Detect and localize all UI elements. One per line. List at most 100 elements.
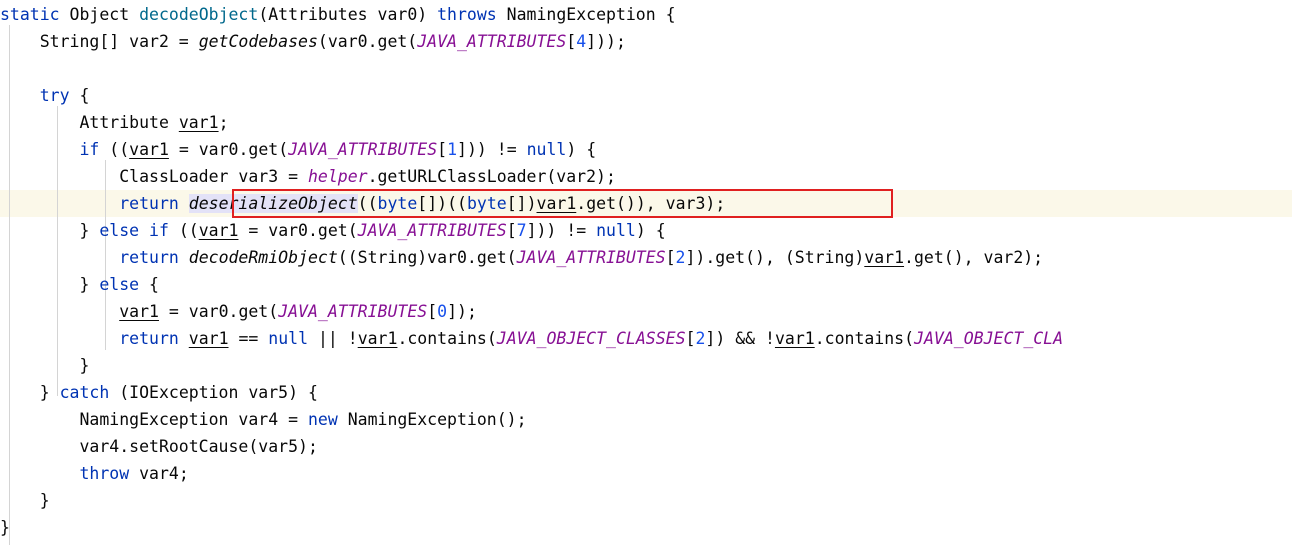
code-token: JAVA_ATTRIBUTES xyxy=(278,302,428,321)
code-token: { xyxy=(79,86,90,105)
code-line[interactable]: static Object decodeObject(Attributes va… xyxy=(0,1,676,28)
code-token: .contains( xyxy=(814,329,915,348)
code-token: (( xyxy=(109,140,130,159)
code-token: JAVA_ATTRIBUTES xyxy=(516,248,666,267)
code-token: .get()), var3); xyxy=(576,194,726,213)
code-token: [ xyxy=(506,221,517,240)
code-line[interactable]: ClassLoader var3 = helper.getURLClassLoa… xyxy=(0,163,616,190)
code-token: var1 xyxy=(536,194,577,213)
code-token: throws xyxy=(437,5,507,24)
code-line[interactable]: return var1 == null || !var1.contains(JA… xyxy=(0,325,1063,352)
code-token: NamingException { xyxy=(506,5,676,24)
code-token: ]); xyxy=(447,302,477,321)
code-token: ])) != xyxy=(457,140,527,159)
code-token: static xyxy=(0,5,70,24)
code-line[interactable]: try { xyxy=(0,82,90,109)
code-token: [ xyxy=(427,302,438,321)
code-line[interactable] xyxy=(0,55,10,82)
code-token: try xyxy=(39,86,80,105)
code-line[interactable]: Attribute var1; xyxy=(0,109,229,136)
code-token: JAVA_OBJECT_CLASSES xyxy=(496,329,686,348)
code-token: var1 xyxy=(774,329,815,348)
code-token: decodeRmiObject xyxy=(188,248,338,267)
code-line[interactable]: var4.setRootCause(var5); xyxy=(0,433,318,460)
code-token: ; xyxy=(218,113,229,132)
code-token: var1 xyxy=(129,140,169,159)
code-token: helper xyxy=(307,167,368,186)
code-line[interactable]: } else { xyxy=(0,271,158,298)
code-token: || ! xyxy=(308,329,358,348)
code-line[interactable]: throw var4; xyxy=(0,460,189,487)
code-line[interactable]: } catch (IOException var5) { xyxy=(0,379,318,406)
code-token: []) xyxy=(506,194,537,213)
code-token: var4.setRootCause(var5); xyxy=(0,437,318,456)
code-token: JAVA_ATTRIBUTES xyxy=(357,221,507,240)
code-token: return xyxy=(119,248,189,267)
code-token: String[] var2 = xyxy=(0,32,199,51)
code-token: = var0.get( xyxy=(158,302,279,321)
code-token: ) { xyxy=(635,221,666,240)
code-token: } xyxy=(0,356,90,375)
code-editor-view[interactable]: static Object decodeObject(Attributes va… xyxy=(0,0,1292,545)
code-token: new xyxy=(307,410,348,429)
code-token: } xyxy=(0,275,100,294)
code-token: (IOException var5) { xyxy=(119,383,318,402)
code-token: 2 xyxy=(695,329,706,348)
code-token: var1 xyxy=(188,329,229,348)
code-token: byte xyxy=(466,194,507,213)
code-token: (( xyxy=(357,194,378,213)
code-line[interactable]: return deserializeObject((byte[])((byte[… xyxy=(0,190,725,217)
code-line[interactable]: var1 = var0.get(JAVA_ATTRIBUTES[0]); xyxy=(0,298,477,325)
code-token: ]).get(), (String) xyxy=(685,248,865,267)
code-token: Attribute xyxy=(0,113,179,132)
code-token: == xyxy=(228,329,269,348)
code-token: else if xyxy=(99,221,179,240)
code-line[interactable]: return decodeRmiObject((String)var0.get(… xyxy=(0,244,1043,271)
code-token: catch xyxy=(59,383,120,402)
code-text-layer[interactable]: static Object decodeObject(Attributes va… xyxy=(0,0,1292,545)
code-token: [ xyxy=(685,329,696,348)
code-token: var1 xyxy=(178,113,219,132)
code-token: (var0.get( xyxy=(317,32,418,51)
code-token: = var0.get( xyxy=(168,140,289,159)
code-token: JAVA_ATTRIBUTES xyxy=(417,32,567,51)
code-token: else xyxy=(99,275,150,294)
code-token: return xyxy=(119,194,189,213)
code-token: } xyxy=(0,383,60,402)
code-token: JAVA_OBJECT_CLA xyxy=(914,329,1064,348)
code-line[interactable]: } xyxy=(0,487,50,514)
code-token: = var0.get( xyxy=(238,221,358,240)
code-token: null xyxy=(526,140,567,159)
code-token: var4; xyxy=(139,464,189,483)
code-token: .get(), var2); xyxy=(904,248,1044,267)
code-token: [ xyxy=(665,248,676,267)
code-line[interactable]: } xyxy=(0,514,10,541)
code-line[interactable]: String[] var2 = getCodebases(var0.get(JA… xyxy=(0,28,626,55)
code-line[interactable]: } xyxy=(0,352,89,379)
code-token: ]) && ! xyxy=(705,329,775,348)
code-token: 0 xyxy=(437,302,448,321)
code-token: ((String)var0.get( xyxy=(337,248,517,267)
code-token: var1 xyxy=(198,221,239,240)
code-line[interactable]: NamingException var4 = new NamingExcepti… xyxy=(0,406,526,433)
code-token: var1 xyxy=(119,302,159,321)
code-line[interactable]: if ((var1 = var0.get(JAVA_ATTRIBUTES[1])… xyxy=(0,136,596,163)
code-token: decodeObject xyxy=(139,5,259,24)
code-token: null xyxy=(268,329,309,348)
code-token: ClassLoader var3 = xyxy=(0,167,308,186)
code-token: byte xyxy=(377,194,418,213)
code-token: ])) != xyxy=(526,221,597,240)
code-token: if xyxy=(79,140,110,159)
code-token: JAVA_ATTRIBUTES xyxy=(288,140,438,159)
code-token: [])(( xyxy=(417,194,467,213)
code-token: deserializeObject xyxy=(188,194,358,213)
code-line[interactable]: } else if ((var1 = var0.get(JAVA_ATTRIBU… xyxy=(0,217,666,244)
code-token: ) { xyxy=(566,140,597,159)
code-token: Object xyxy=(69,5,140,24)
code-token: } xyxy=(0,221,100,240)
code-token: } xyxy=(0,491,50,510)
